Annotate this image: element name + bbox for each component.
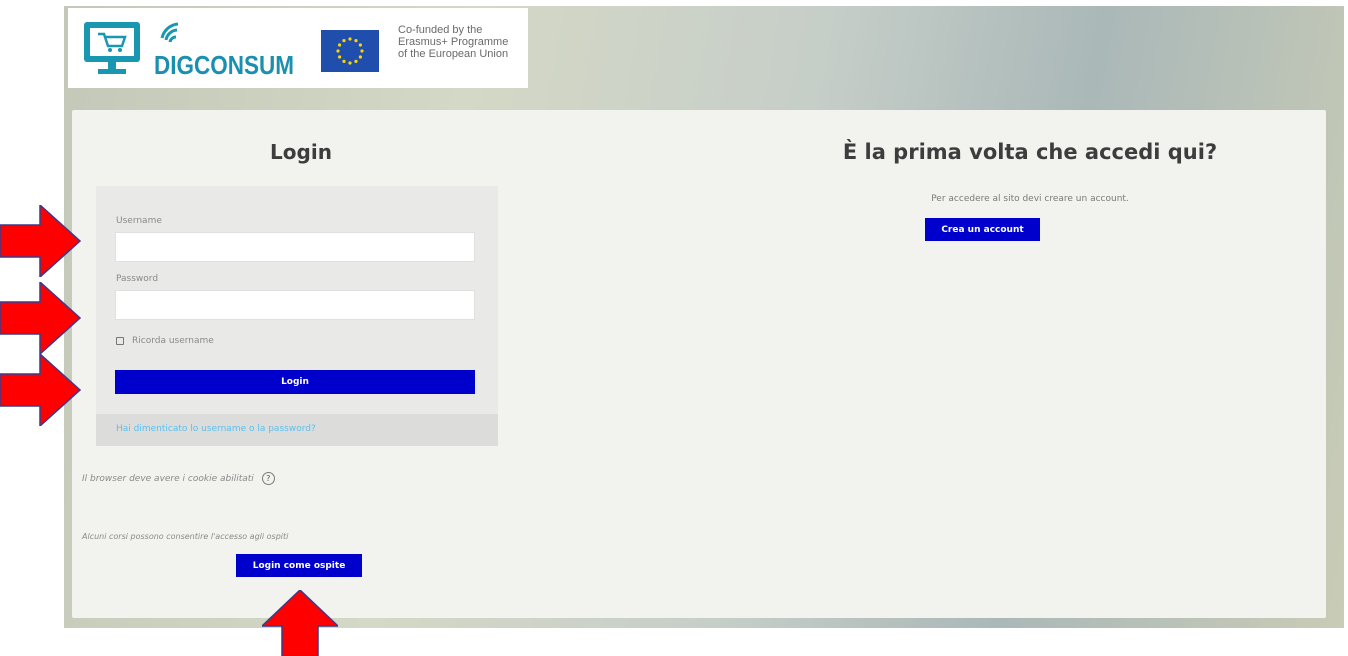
header-logo-banner: DIGCONSUM Co-funded by the Erasmus+ Prog… bbox=[68, 8, 528, 88]
password-input[interactable] bbox=[115, 290, 475, 320]
forgot-password-link[interactable]: Hai dimenticato lo username o la passwor… bbox=[116, 424, 316, 434]
erasmus-cofunding-text: Co-funded by the Erasmus+ Programme of t… bbox=[398, 24, 509, 60]
remember-username[interactable]: Ricorda username bbox=[116, 336, 214, 346]
login-card: Login Username Password Ricorda username… bbox=[72, 110, 1326, 618]
remember-label: Ricorda username bbox=[132, 336, 214, 346]
create-account-button[interactable]: Crea un account bbox=[925, 218, 1040, 241]
guest-access-note: Alcuni corsi possono consentire l'access… bbox=[82, 532, 289, 541]
login-heading: Login bbox=[270, 140, 332, 164]
password-label: Password bbox=[116, 274, 159, 284]
form-fields-area: Username Password Ricorda username Login bbox=[96, 186, 498, 414]
username-input[interactable] bbox=[115, 232, 475, 262]
remember-checkbox[interactable] bbox=[116, 337, 124, 345]
monitor-cart-icon bbox=[84, 22, 140, 74]
forgot-credentials-bar: Hai dimenticato lo username o la passwor… bbox=[96, 414, 498, 446]
red-arrow-icon bbox=[0, 354, 82, 426]
brand-logo: DIGCONSUM bbox=[152, 16, 302, 86]
signup-description: Per accedere al sito devi creare un acco… bbox=[931, 194, 1129, 204]
red-arrow-icon bbox=[0, 205, 82, 277]
cookies-notice: Il browser deve avere i cookie abilitati… bbox=[82, 472, 275, 485]
red-arrow-icon bbox=[0, 282, 82, 354]
guest-login-button[interactable]: Login come ospite bbox=[236, 554, 362, 577]
svg-text:DIGCONSUM: DIGCONSUM bbox=[154, 50, 294, 80]
login-button[interactable]: Login bbox=[115, 370, 475, 394]
help-icon[interactable]: ? bbox=[261, 472, 275, 485]
eu-flag-icon bbox=[321, 30, 379, 72]
username-label: Username bbox=[116, 216, 162, 226]
cookies-note-text: Il browser deve avere i cookie abilitati bbox=[82, 473, 254, 484]
login-form: Username Password Ricorda username Login… bbox=[96, 186, 498, 446]
wifi-icon bbox=[160, 22, 179, 43]
signup-heading: È la prima volta che accedi qui? bbox=[842, 140, 1218, 164]
red-arrow-icon bbox=[262, 590, 338, 656]
